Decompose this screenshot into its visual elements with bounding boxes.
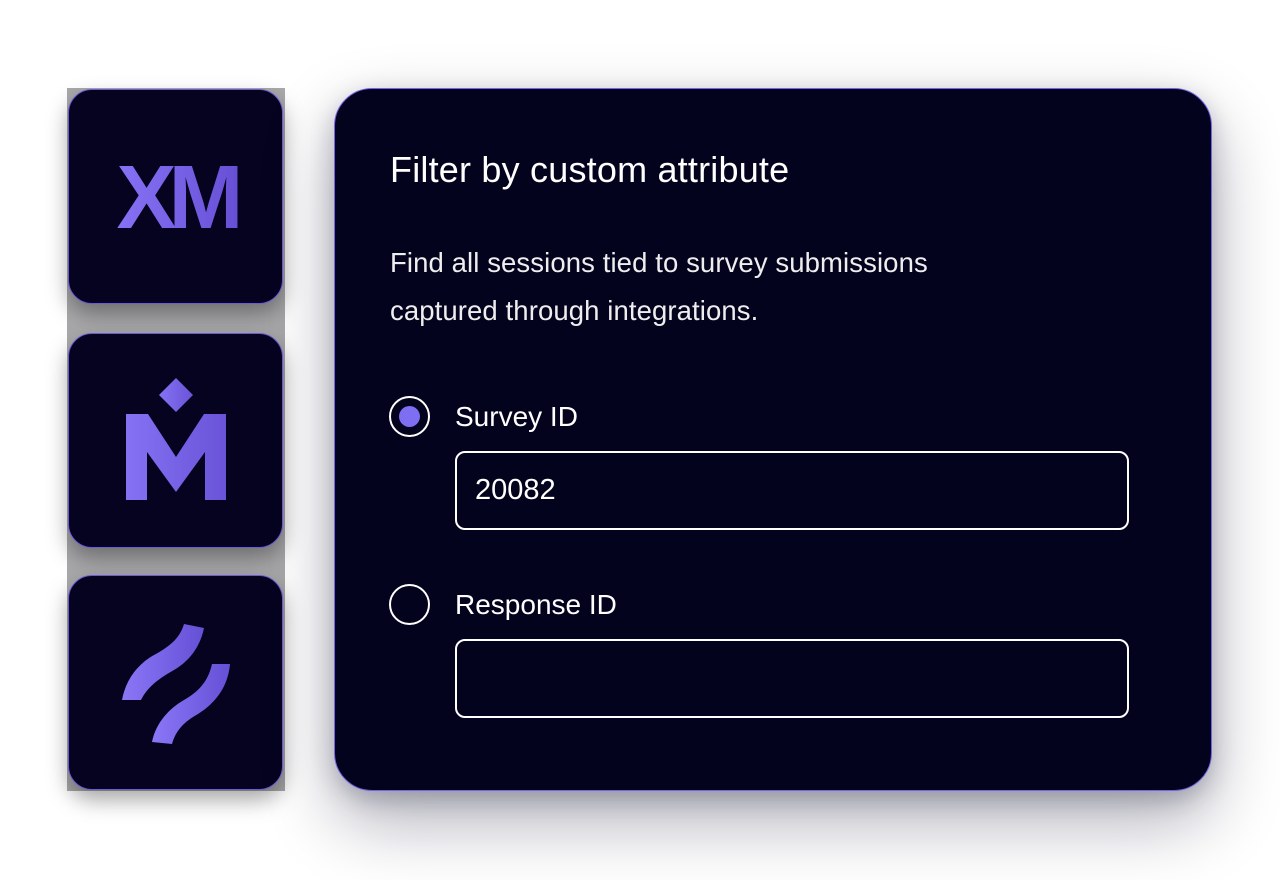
wave-logo-icon [121,623,230,744]
filter-card: Filter by custom attribute Find all sess… [334,88,1212,791]
xm-integration-tile[interactable]: XM [68,89,283,304]
response-id-label: Response ID [455,588,617,620]
wave-integration-tile[interactable] [68,575,283,790]
card-title: Filter by custom attribute [390,149,790,190]
response-id-option[interactable]: Response ID [389,584,617,625]
survey-id-label: Survey ID [455,400,578,432]
radio-selected-dot [399,406,420,427]
integration-logo-strip: XM [67,88,285,791]
survey-id-radio[interactable] [389,396,430,437]
m-integration-tile[interactable] [68,333,283,548]
svg-text:XM: XM [116,157,237,237]
survey-id-option[interactable]: Survey ID [389,396,578,437]
m-diamond-logo-icon [125,378,226,500]
card-description: Find all sessions tied to survey submiss… [390,247,928,326]
response-id-radio[interactable] [389,584,430,625]
survey-id-input[interactable] [455,451,1129,530]
response-id-input[interactable] [455,639,1129,718]
xm-logo-icon: XM [116,157,241,237]
